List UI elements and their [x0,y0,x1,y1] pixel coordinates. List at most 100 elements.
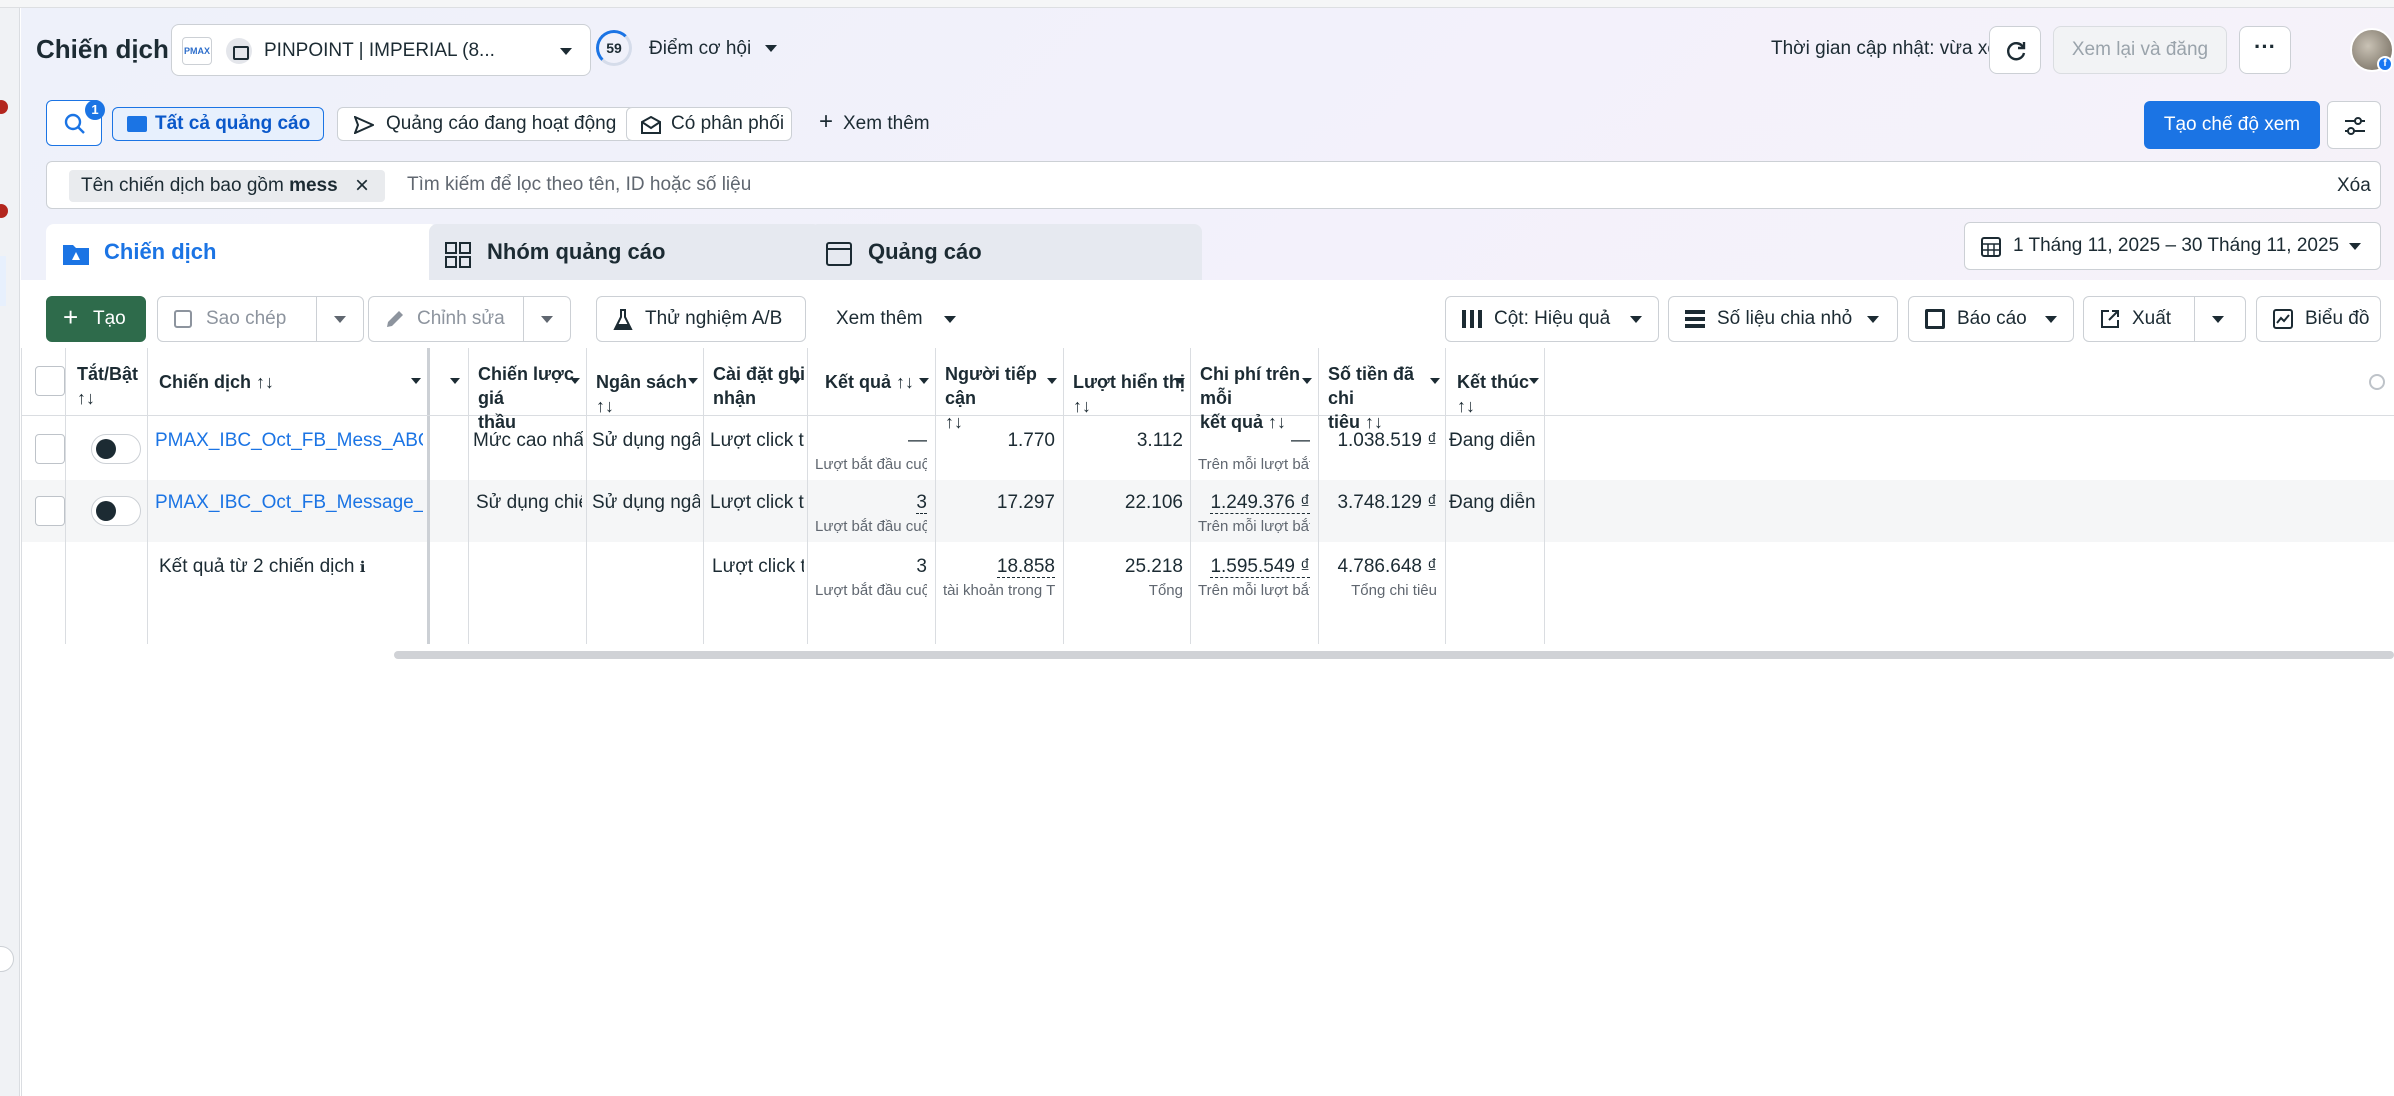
account-selector[interactable]: PMAX PINPOINT | IMPERIAL (8... [171,24,591,76]
notification-dot[interactable] [0,100,8,114]
campaign-toggle[interactable] [91,496,141,526]
filter-token[interactable]: Tên chiến dịch bao gồm mess × [69,170,385,202]
row-checkbox[interactable] [35,496,65,526]
refresh-button[interactable] [1989,26,2041,74]
chevron-down-icon [2045,316,2057,323]
chevron-down-icon[interactable] [688,378,698,384]
chevron-down-icon[interactable] [450,378,460,384]
bid-strategy-cell: Mức cao nhất [473,430,583,451]
column-header-impressions[interactable]: Lượt hiển thị ↑↓ [1063,348,1190,416]
clear-filters-button[interactable]: Xóa [2337,175,2371,197]
export-button[interactable]: Xuất [2083,296,2195,342]
chevron-down-icon[interactable] [919,378,929,384]
duplicate-dropdown-button[interactable] [316,296,364,342]
column-header-bid-strategy[interactable]: Chiến lược giá thầu [468,348,586,432]
account-logo: PMAX [182,37,212,65]
chevron-down-icon[interactable] [411,378,421,384]
opportunity-score-ring[interactable]: 59 [596,30,632,66]
create-button[interactable]: + Tạo [46,296,146,342]
campaign-name-link[interactable]: PMAX_IBC_Oct_FB_Message_ABO [155,492,423,514]
column-header-hidden[interactable] [430,348,468,416]
duplicate-button[interactable]: Sao chép [157,296,317,342]
campaign-name-link[interactable]: PMAX_IBC_Oct_FB_Mess_ABO [155,430,423,452]
column-header-results[interactable]: Kết quả ↑↓ [807,348,935,416]
filter-chip-all-ads[interactable]: Tất cả quảng cáo [112,107,324,141]
column-header-ends[interactable]: Kết thúc ↑↓ [1445,348,1544,416]
more-options-button[interactable]: ··· [2239,26,2291,74]
filter-chip-active-ads[interactable]: Quảng cáo đang hoạt động [337,107,635,141]
chevron-down-icon [541,316,553,323]
reports-button[interactable]: Báo cáo [1908,296,2074,342]
columns-button[interactable]: Cột: Hiệu quả [1445,296,1659,342]
column-header-toggle[interactable]: Tắt/Bật ↑↓ [65,348,147,416]
info-icon[interactable]: ℹ [360,559,366,576]
chevron-down-icon[interactable] [1529,378,1539,384]
ads-manager-page: Chiến dịch PMAX PINPOINT | IMPERIAL (8..… [21,8,2394,1096]
ends-cell: Đang diễn ra [1449,430,1541,451]
chevron-down-icon[interactable] [791,378,801,384]
select-all-checkbox[interactable] [35,366,65,396]
chevron-down-icon[interactable] [570,378,580,384]
summary-impressions-subtext: Tổng [1148,582,1183,599]
charts-button[interactable]: Biểu đồ [2256,296,2381,342]
review-publish-button[interactable]: Xem lại và đăng [2053,26,2227,74]
chevron-down-icon[interactable] [1047,378,1057,384]
results-subtext: Lượt bắt đầu cuộc trò ... [815,456,927,473]
ad-account-icon [226,38,252,64]
see-more-actions-button[interactable]: Xem thêm [836,308,956,330]
column-header-cost-per-result[interactable]: Chi phí trên mỗi kết quả ↑↓ [1190,348,1318,432]
tab-ads[interactable]: Quảng cáo [810,224,1202,280]
column-header-campaign[interactable]: Chiến dịch ↑↓ [147,348,427,416]
summary-attribution: Lượt click tro... [712,556,804,577]
chevron-down-icon[interactable] [1175,378,1185,384]
export-icon [2101,310,2119,328]
breakdown-button[interactable]: Số liệu chia nhỏ [1668,296,1898,342]
search-icon [64,113,85,134]
column-header-budget[interactable]: Ngân sách ↑↓ [586,348,703,416]
summary-results-subtext: Lượt bắt đầu cuộc tr... [815,582,927,599]
cost-per-result-cell: 1.249.376 ₫ [1210,492,1310,514]
view-settings-button[interactable] [2327,101,2381,149]
rail-collapse-button[interactable] [0,946,14,972]
date-range-picker[interactable]: 1 Tháng 11, 2025 – 30 Tháng 11, 2025 [1964,222,2381,270]
tab-campaigns[interactable]: Chiến dịch [46,224,438,284]
close-icon[interactable]: × [355,170,369,202]
breakdown-icon [1685,310,1705,328]
campaign-toggle[interactable] [91,434,141,464]
account-name: PINPOINT | IMPERIAL (8... [264,40,495,61]
campaign-table: Tắt/Bật ↑↓ Chiến dịch ↑↓ Chiến lược giá th… [21,348,2394,1096]
search-input[interactable] [407,166,2007,204]
column-header-amount-spent[interactable]: Số tiền đã chi tiêu ↑↓ [1318,348,1445,432]
edit-dropdown-button[interactable] [523,296,571,342]
row-checkbox[interactable] [35,434,65,464]
chevron-down-icon[interactable] [1430,378,1440,384]
notification-dot[interactable] [0,204,8,218]
results-cell: — [908,430,927,451]
summary-impressions: 25.218 [1124,556,1183,577]
edit-button[interactable]: Chỉnh sửa [368,296,524,342]
ab-test-button[interactable]: Thử nghiệm A/B [596,296,806,342]
create-view-button[interactable]: Tạo chế độ xem [2144,101,2320,149]
filter-chip-delivery[interactable]: Có phân phối [626,107,792,141]
budget-cell: Sử dụng ngân s... [592,430,700,451]
chevron-down-icon [560,48,572,55]
chevron-down-icon[interactable] [1302,378,1312,384]
impressions-cell: 22.106 [1124,492,1183,513]
chevron-down-icon[interactable] [765,45,777,52]
horizontal-scrollbar[interactable] [394,651,2394,659]
campaign-folder-icon [63,245,89,265]
chart-icon [2273,309,2293,329]
summary-results: 3 [916,556,927,577]
search-bar: Tên chiến dịch bao gồm mess × Xóa [46,161,2381,209]
add-column-icon[interactable] [2369,374,2385,390]
summary-cost-subtext: Trên mỗi lượt bắt đầu... [1198,582,1310,599]
export-dropdown-button[interactable] [2194,296,2246,342]
opportunity-score-label[interactable]: Điểm cơ hội [649,38,751,60]
rail-selected-indicator [0,256,6,306]
calendar-icon [1981,237,2001,257]
column-header-reach[interactable]: Người tiếp cận ↑↓ [935,348,1063,432]
facebook-icon: f [2377,56,2393,72]
column-header-attribution[interactable]: Cài đặt ghi nhận [703,348,807,416]
reach-cell: 1.770 [1007,430,1055,451]
tab-ad-sets[interactable]: Nhóm quảng cáo [429,224,821,280]
